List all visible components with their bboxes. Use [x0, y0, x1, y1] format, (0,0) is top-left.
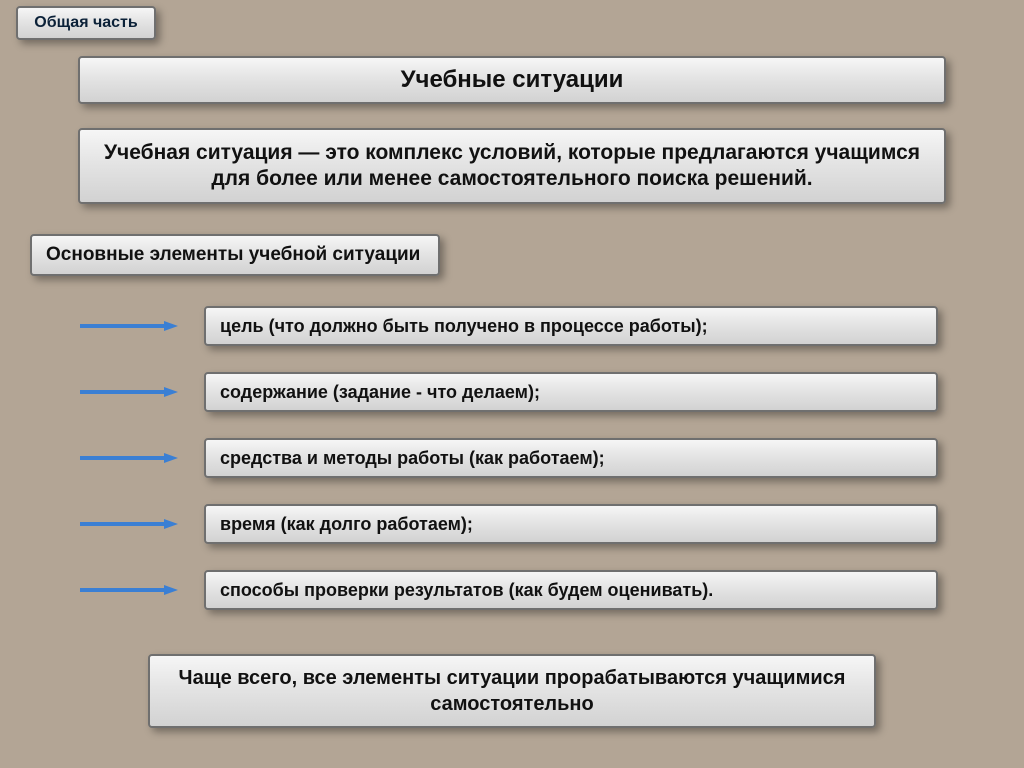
arrow-icon	[78, 453, 178, 463]
arrow-icon	[78, 321, 178, 331]
element-item: средства и методы работы (как работаем);	[204, 438, 938, 478]
section-badge: Общая часть	[16, 6, 156, 40]
arrow-icon	[78, 519, 178, 529]
element-row: время (как долго работаем);	[78, 504, 938, 544]
element-item-text: средства и методы работы (как работаем);	[220, 448, 605, 469]
element-item: содержание (задание - что делаем);	[204, 372, 938, 412]
element-item-text: время (как долго работаем);	[220, 514, 473, 535]
element-item-text: цель (что должно быть получено в процесс…	[220, 316, 708, 337]
element-row: средства и методы работы (как работаем);	[78, 438, 938, 478]
element-row: способы проверки результатов (как будем …	[78, 570, 938, 610]
arrow-icon	[78, 387, 178, 397]
element-item: способы проверки результатов (как будем …	[204, 570, 938, 610]
slide-title: Учебные ситуации	[78, 56, 946, 104]
element-row: содержание (задание - что делаем);	[78, 372, 938, 412]
definition-panel: Учебная ситуация — это комплекс условий,…	[78, 128, 946, 204]
footer-panel: Чаще всего, все элементы ситуации прораб…	[148, 654, 876, 728]
slide-title-text: Учебные ситуации	[401, 66, 624, 94]
element-item: цель (что должно быть получено в процесс…	[204, 306, 938, 346]
element-row: цель (что должно быть получено в процесс…	[78, 306, 938, 346]
element-item-text: способы проверки результатов (как будем …	[220, 580, 713, 601]
section-badge-text: Общая часть	[34, 14, 137, 32]
sub-heading-text: Основные элементы учебной ситуации	[46, 244, 420, 266]
element-item: время (как долго работаем);	[204, 504, 938, 544]
sub-heading-panel: Основные элементы учебной ситуации	[30, 234, 440, 276]
definition-text: Учебная ситуация — это комплекс условий,…	[94, 140, 930, 193]
arrow-icon	[78, 585, 178, 595]
element-item-text: содержание (задание - что делаем);	[220, 382, 540, 403]
footer-text: Чаще всего, все элементы ситуации прораб…	[164, 665, 860, 717]
